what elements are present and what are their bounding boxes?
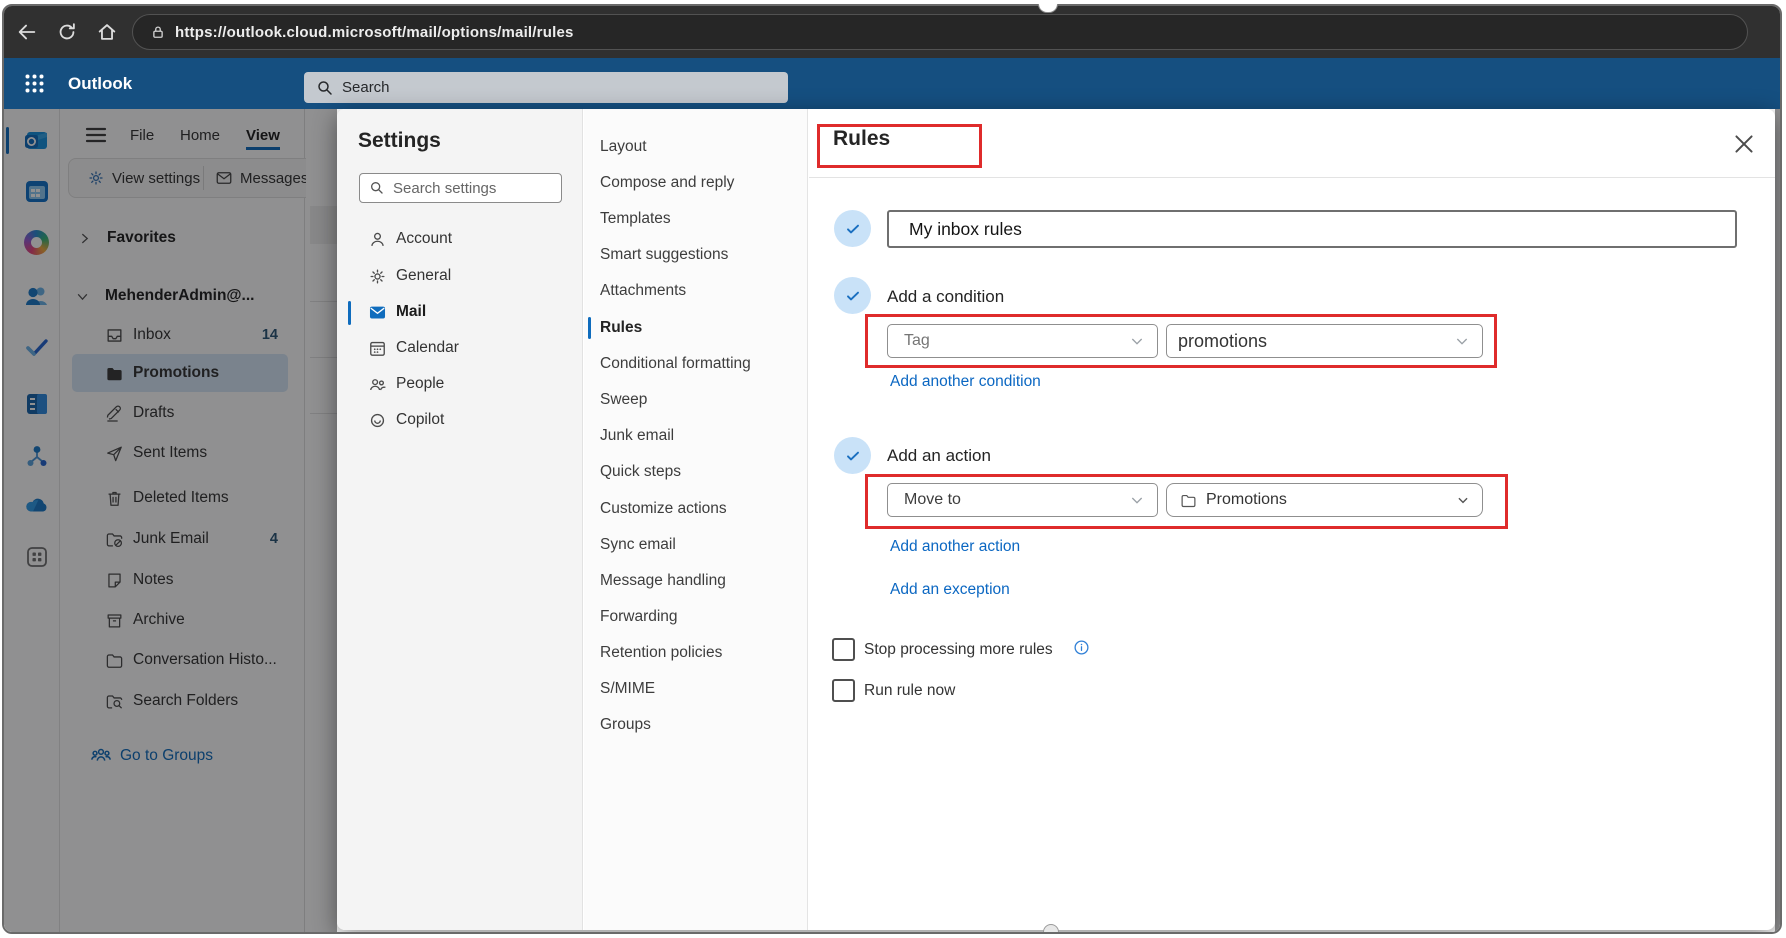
condition-section-label: Add a condition: [887, 287, 1005, 306]
subnav-junk-email[interactable]: Junk email: [600, 418, 800, 454]
modal-dim-overlay-right: [1775, 109, 1780, 932]
settings-nav-account[interactable]: Account: [337, 221, 583, 257]
subnav-quick-steps[interactable]: Quick steps: [600, 454, 800, 490]
app-body: File Home View He View settings Messages…: [4, 109, 1780, 932]
panel-divider: [809, 177, 1775, 178]
refresh-icon: [59, 23, 75, 40]
mail-settings-subnav: Layout Compose and reply Templates Smart…: [584, 109, 808, 930]
refresh-button[interactable]: [56, 21, 78, 48]
settings-nav-calendar[interactable]: Calendar: [337, 330, 583, 366]
waffle-icon: [25, 74, 44, 93]
app-launcher-button[interactable]: [24, 73, 45, 99]
calendar-icon: [370, 341, 385, 356]
settings-search-placeholder: Search settings: [393, 179, 497, 197]
modal-dim-overlay-left: [4, 109, 337, 932]
add-another-condition-link[interactable]: Add another condition: [890, 373, 1041, 391]
stop-processing-label: Stop processing more rules: [864, 641, 1053, 658]
settings-nav-column: Settings Search settings Account General…: [337, 109, 583, 930]
run-rule-now-label: Run rule now: [864, 682, 956, 699]
settings-nav-copilot[interactable]: Copilot: [337, 402, 583, 438]
mail-icon: [369, 306, 386, 318]
subnav-groups[interactable]: Groups: [600, 707, 800, 743]
browser-toolbar: https://outlook.cloud.microsoft/mail/opt…: [4, 6, 1780, 58]
subnav-compose[interactable]: Compose and reply: [600, 165, 800, 201]
subnav-sync-email[interactable]: Sync email: [600, 527, 800, 563]
back-button[interactable]: [16, 21, 38, 48]
annotation-box-condition: [865, 314, 1497, 368]
add-another-action-link[interactable]: Add another action: [890, 538, 1020, 556]
annotation-box-action: [865, 474, 1508, 529]
settings-search-box[interactable]: Search settings: [359, 173, 562, 203]
subnav-retention-policies[interactable]: Retention policies: [600, 635, 800, 671]
app-title: Outlook: [68, 73, 133, 93]
copilot-icon: [370, 413, 385, 427]
add-exception-link[interactable]: Add an exception: [890, 581, 1010, 599]
lock-icon: [153, 26, 163, 38]
url-text: https://outlook.cloud.microsoft/mail/opt…: [175, 23, 574, 41]
info-icon[interactable]: [1073, 639, 1090, 661]
action-check-icon: [834, 437, 871, 474]
subnav-conditional-formatting[interactable]: Conditional formatting: [600, 346, 800, 382]
address-bar[interactable]: https://outlook.cloud.microsoft/mail/opt…: [132, 14, 1748, 50]
action-section-label: Add an action: [887, 446, 991, 465]
condition-check-icon: [834, 277, 871, 314]
bottom-notch: [1043, 924, 1059, 932]
app-header: Outlook Search: [4, 58, 1780, 109]
subnav-rules[interactable]: Rules: [600, 310, 800, 346]
close-button[interactable]: [1731, 131, 1757, 162]
subnav-sweep[interactable]: Sweep: [600, 382, 800, 418]
home-icon: [98, 24, 116, 40]
subnav-smart-suggestions[interactable]: Smart suggestions: [600, 237, 800, 273]
back-icon: [18, 24, 36, 40]
subnav-templates[interactable]: Templates: [600, 201, 800, 237]
stop-processing-checkbox[interactable]: [832, 638, 855, 661]
rule-name-input[interactable]: My inbox rules: [887, 210, 1737, 248]
subnav-message-handling[interactable]: Message handling: [600, 563, 800, 599]
settings-nav-mail[interactable]: Mail: [337, 294, 583, 330]
close-icon: [1735, 135, 1753, 153]
search-icon: [371, 182, 383, 194]
person-icon: [371, 232, 384, 246]
settings-title: Settings: [358, 129, 441, 152]
settings-nav-general[interactable]: General: [337, 258, 583, 294]
global-search-box[interactable]: Search: [304, 72, 788, 103]
subnav-selected-bar: [588, 317, 591, 339]
home-button[interactable]: [96, 21, 118, 48]
settings-dialog: Settings Search settings Account General…: [337, 109, 1775, 930]
run-rule-now-checkbox[interactable]: [832, 679, 855, 702]
subnav-forwarding[interactable]: Forwarding: [600, 599, 800, 635]
browser-window: https://outlook.cloud.microsoft/mail/opt…: [2, 4, 1782, 934]
people-icon: [370, 378, 386, 390]
annotation-box-title: [817, 124, 982, 168]
subnav-customize-actions[interactable]: Customize actions: [600, 491, 800, 527]
gear-icon: [370, 268, 385, 284]
settings-nav-people[interactable]: People: [337, 366, 583, 402]
rule-name-value: My inbox rules: [909, 218, 1022, 239]
subnav-attachments[interactable]: Attachments: [600, 273, 800, 309]
search-icon: [318, 80, 332, 95]
global-search-placeholder: Search: [342, 79, 390, 96]
rule-name-check-icon: [834, 210, 871, 247]
subnav-layout[interactable]: Layout: [600, 129, 800, 165]
subnav-smime[interactable]: S/MIME: [600, 671, 800, 707]
